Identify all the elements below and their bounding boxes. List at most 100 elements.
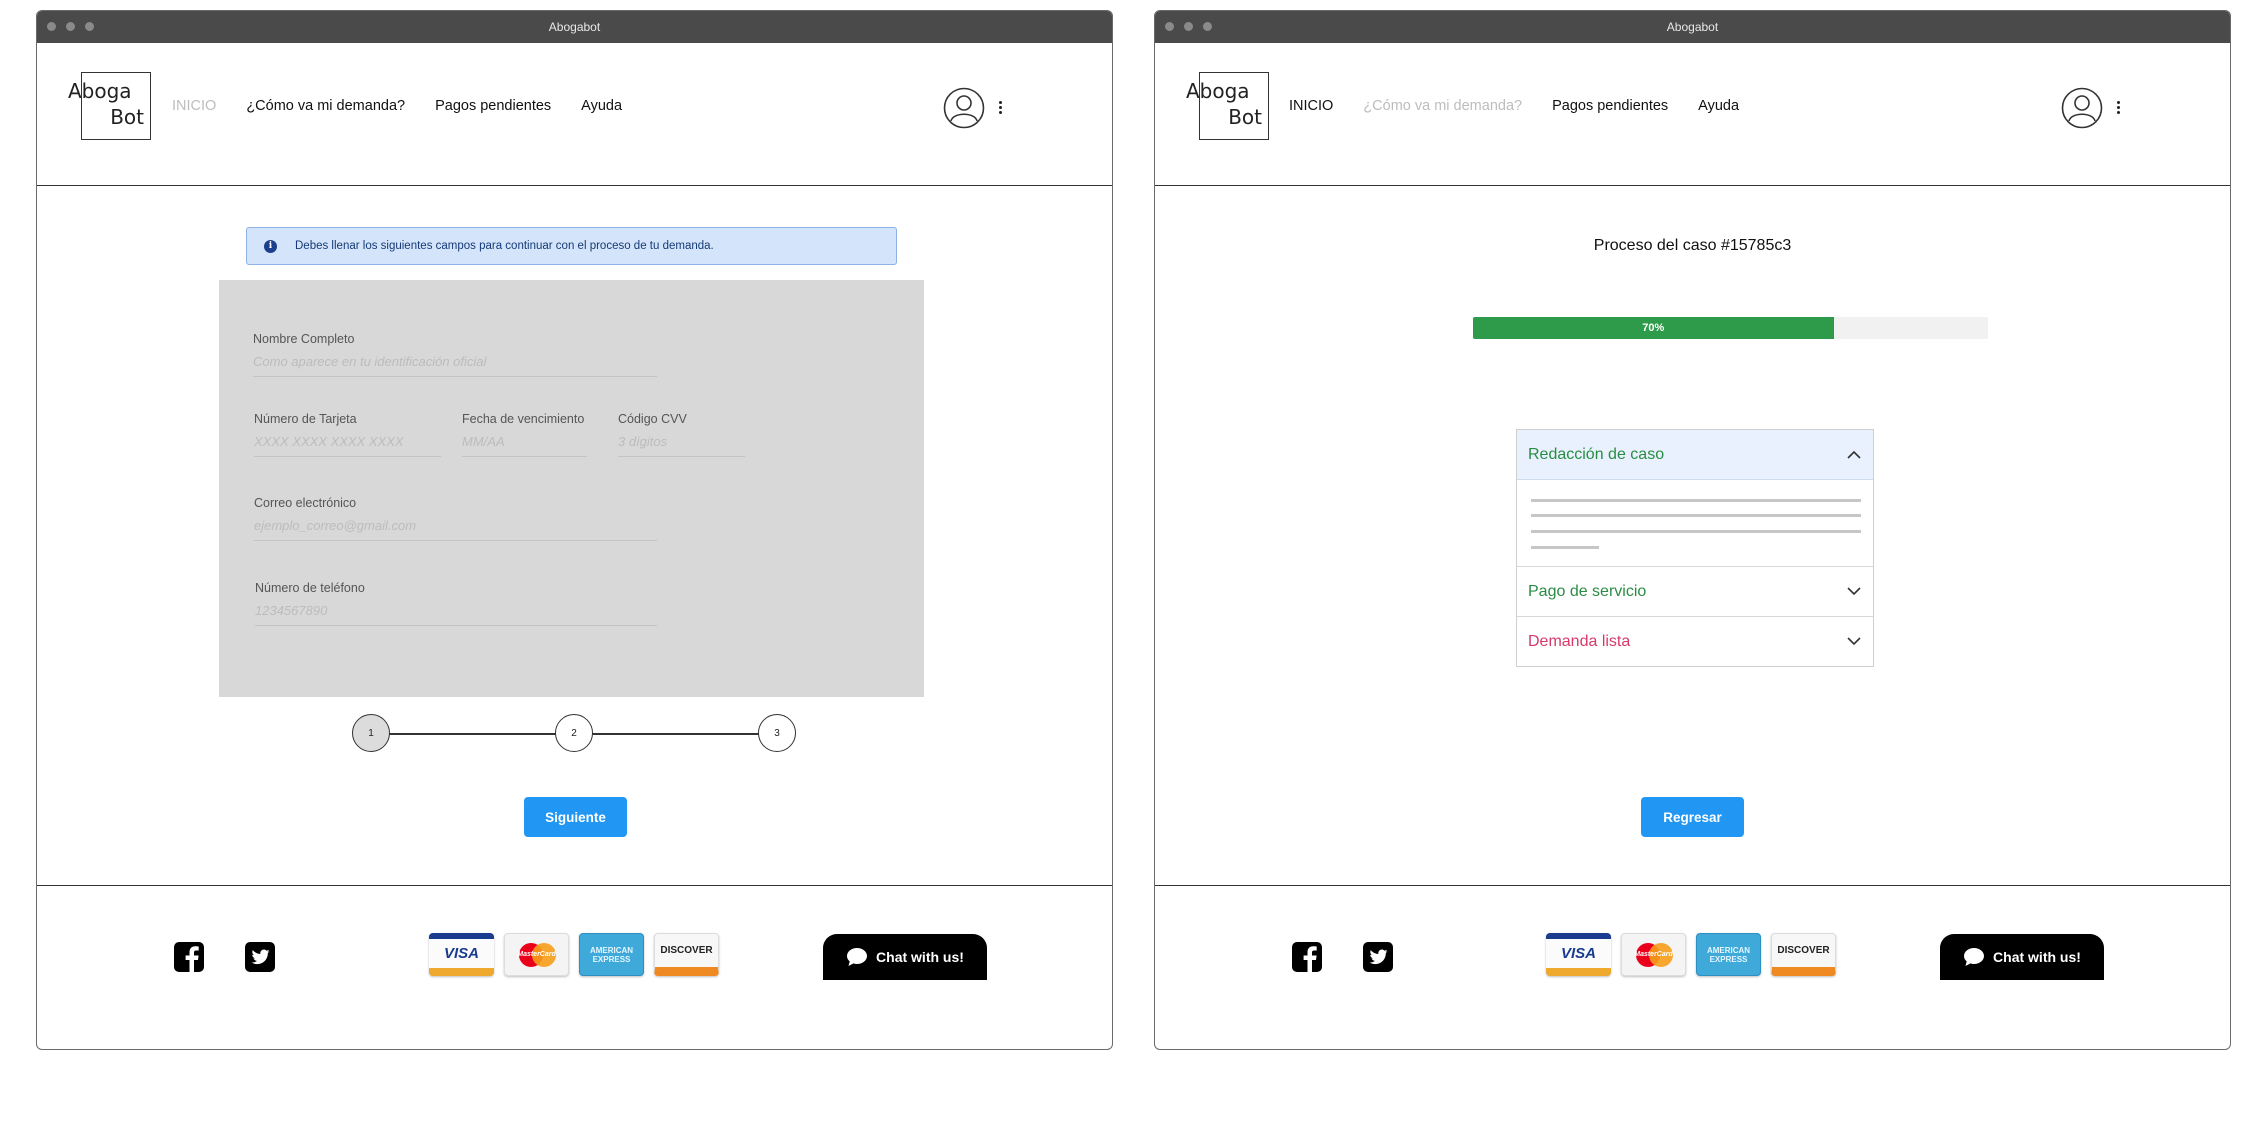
card-number-input[interactable]: XXXX XXXX XXXX XXXX: [254, 434, 441, 457]
accordion-redaccion-body: [1517, 480, 1873, 566]
alert-text: Debes llenar los siguientes campos para …: [295, 240, 714, 252]
full-name-input[interactable]: Como aparece en tu identificación oficia…: [253, 354, 657, 377]
browser-window-progress: Abogabot Aboga Bot INICIO ¿Cómo va mi de…: [1154, 10, 2231, 1050]
chevron-down-icon: [1847, 587, 1861, 596]
payment-form: Nombre Completo Como aparece en tu ident…: [219, 280, 924, 697]
twitter-icon[interactable]: [244, 941, 276, 973]
window-titlebar: Abogabot: [37, 11, 1112, 43]
chat-label: Chat with us!: [876, 949, 964, 965]
navbar: Aboga Bot INICIO ¿Cómo va mi demanda? Pa…: [1155, 43, 2230, 186]
nav-inicio[interactable]: INICIO: [1289, 98, 1333, 114]
mastercard-label: MasterCard: [517, 951, 556, 958]
minimize-dot[interactable]: [66, 22, 75, 31]
accordion-redaccion-label: Redacción de caso: [1528, 445, 1665, 463]
card-number-label: Número de Tarjeta: [254, 412, 357, 426]
chat-button[interactable]: Chat with us!: [1940, 934, 2104, 980]
facebook-icon[interactable]: [173, 941, 205, 973]
discover-card-icon: DISCOVER: [654, 933, 719, 976]
logo[interactable]: Aboga Bot: [68, 72, 151, 140]
expiry-field: Fecha de vencimiento MM/AA: [462, 412, 587, 457]
chevron-up-icon: [1847, 450, 1861, 459]
nav-pagos[interactable]: Pagos pendientes: [435, 98, 551, 114]
facebook-icon[interactable]: [1291, 941, 1323, 973]
payment-methods: VISA MasterCard AMERICAN EXPRESS DISCOVE…: [1546, 933, 1836, 976]
form-stepper: 1 2 3: [352, 714, 796, 754]
mastercard-label: MasterCard: [1634, 951, 1673, 958]
step-1[interactable]: 1: [352, 714, 390, 752]
more-options-icon[interactable]: [2117, 101, 2121, 114]
nav-links: INICIO ¿Cómo va mi demanda? Pagos pendie…: [172, 98, 622, 114]
case-steps-accordion: Redacción de caso Pago de servicio Deman…: [1516, 429, 1874, 667]
cvv-field: Código CVV 3 dígitos: [618, 412, 745, 457]
case-title: Proceso del caso #15785c3: [1593, 237, 1792, 254]
cvv-label: Código CVV: [618, 412, 687, 426]
window-titlebar: Abogabot: [1155, 11, 2230, 43]
chat-label: Chat with us!: [1993, 949, 2081, 965]
maximize-dot[interactable]: [1203, 22, 1212, 31]
full-name-field: Nombre Completo Como aparece en tu ident…: [253, 332, 657, 377]
expiry-input[interactable]: MM/AA: [462, 434, 587, 457]
case-progress-bar: 70%: [1473, 317, 1988, 339]
nav-pagos[interactable]: Pagos pendientes: [1552, 98, 1668, 114]
next-button[interactable]: Siguiente: [524, 797, 627, 837]
progress-fill: 70%: [1473, 317, 1834, 339]
nav-como-va[interactable]: ¿Cómo va mi demanda?: [246, 98, 405, 114]
accordion-demanda-label: Demanda lista: [1528, 632, 1631, 650]
chevron-down-icon: [1847, 637, 1861, 646]
step-3[interactable]: 3: [758, 714, 796, 752]
discover-card-icon: DISCOVER: [1771, 933, 1836, 976]
full-name-label: Nombre Completo: [253, 332, 355, 346]
card-number-field: Número de Tarjeta XXXX XXXX XXXX XXXX: [254, 412, 441, 457]
cvv-input[interactable]: 3 dígitos: [618, 434, 745, 457]
nav-como-va[interactable]: ¿Cómo va mi demanda?: [1363, 98, 1522, 114]
chat-button[interactable]: Chat with us!: [823, 934, 987, 980]
close-dot[interactable]: [47, 22, 56, 31]
footer: VISA MasterCard AMERICAN EXPRESS DISCOVE…: [1155, 885, 2230, 1049]
window-controls[interactable]: [47, 22, 94, 31]
more-options-icon[interactable]: [999, 101, 1003, 114]
email-label: Correo electrónico: [254, 496, 357, 510]
expiry-label: Fecha de vencimiento: [462, 412, 585, 426]
accordion-demanda-header[interactable]: Demanda lista: [1517, 616, 1873, 666]
nav-inicio[interactable]: INICIO: [172, 98, 216, 114]
browser-window-form: Abogabot Aboga Bot INICIO ¿Cómo va mi de…: [36, 10, 1113, 1050]
nav-ayuda[interactable]: Ayuda: [1698, 98, 1739, 114]
nav-links: INICIO ¿Cómo va mi demanda? Pagos pendie…: [1289, 98, 1739, 114]
twitter-icon[interactable]: [1362, 941, 1394, 973]
phone-field: Número de teléfono 1234567890: [255, 581, 657, 626]
visa-card-icon: VISA: [1546, 933, 1611, 976]
amex-card-icon: AMERICAN EXPRESS: [579, 933, 644, 976]
mastercard-card-icon: MasterCard: [504, 933, 569, 976]
accordion-pago-label: Pago de servicio: [1528, 582, 1647, 600]
navbar: Aboga Bot INICIO ¿Cómo va mi demanda? Pa…: [37, 43, 1112, 186]
logo-line-2: Bot: [110, 105, 144, 129]
payment-methods: VISA MasterCard AMERICAN EXPRESS DISCOVE…: [429, 933, 719, 976]
minimize-dot[interactable]: [1184, 22, 1193, 31]
close-dot[interactable]: [1165, 22, 1174, 31]
nav-ayuda[interactable]: Ayuda: [581, 98, 622, 114]
logo-line-1: Aboga: [68, 79, 132, 103]
visa-card-icon: VISA: [429, 933, 494, 976]
window-title: Abogabot: [1666, 20, 1719, 34]
mastercard-card-icon: MasterCard: [1621, 933, 1686, 976]
accordion-redaccion-header[interactable]: Redacción de caso: [1517, 430, 1873, 480]
maximize-dot[interactable]: [85, 22, 94, 31]
step-2[interactable]: 2: [555, 714, 593, 752]
phone-input[interactable]: 1234567890: [255, 603, 657, 626]
footer: VISA MasterCard AMERICAN EXPRESS DISCOVE…: [37, 885, 1112, 1049]
info-icon: i: [264, 239, 277, 253]
user-avatar-icon[interactable]: [943, 87, 985, 129]
chat-bubble-icon: [847, 948, 868, 966]
chat-bubble-icon: [1964, 948, 1985, 966]
email-input[interactable]: ejemplo_correo@gmail.com: [254, 518, 657, 541]
info-alert: i Debes llenar los siguientes campos par…: [246, 227, 897, 265]
accordion-pago-header[interactable]: Pago de servicio: [1517, 566, 1873, 616]
window-controls[interactable]: [1165, 22, 1212, 31]
user-avatar-icon[interactable]: [2061, 87, 2103, 129]
logo-line-1: Aboga: [1186, 79, 1250, 103]
logo[interactable]: Aboga Bot: [1186, 72, 1269, 140]
back-button[interactable]: Regresar: [1641, 797, 1744, 837]
phone-label: Número de teléfono: [255, 581, 365, 595]
amex-card-icon: AMERICAN EXPRESS: [1696, 933, 1761, 976]
logo-line-2: Bot: [1228, 105, 1262, 129]
